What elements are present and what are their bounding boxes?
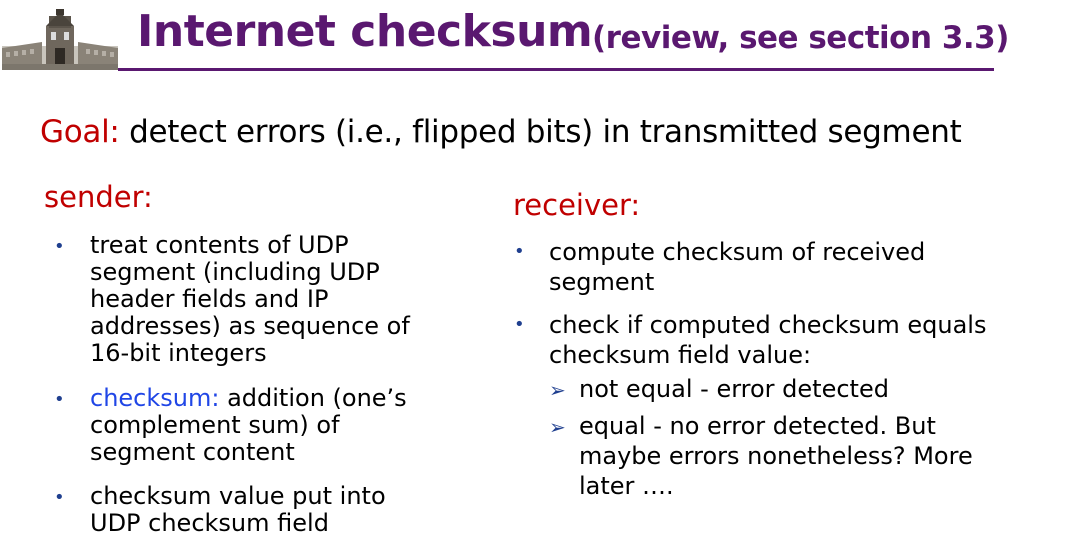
sender-bullet-3: checksum value put into UDP checksum fie… (90, 482, 386, 537)
sender-bullet-1: treat contents of UDP segment (including… (90, 231, 410, 367)
sender-heading: sender: (44, 180, 153, 214)
goal-text: detect errors (i.e., flipped bits) in tr… (119, 114, 962, 150)
bullet-dot-icon: • (54, 487, 65, 508)
goal-statement: Goal: detect errors (i.e., flipped bits)… (40, 114, 962, 150)
sender-bullet-2: checksum: addition (one’s complement sum… (90, 384, 407, 466)
receiver-bullet-2: check if computed checksum equals checks… (549, 311, 987, 369)
bullet-dot-icon: • (514, 314, 525, 335)
bullet-dot-icon: • (514, 241, 525, 262)
goal-label: Goal: (40, 114, 120, 150)
university-building-logo (2, 8, 118, 70)
bullet-dot-icon: • (54, 236, 65, 257)
arrow-bullet-icon: ➢ (549, 378, 566, 402)
title-underline (118, 68, 994, 71)
receiver-bullet-1: compute checksum of received segment (549, 238, 926, 296)
slide-title: Internet checksum (137, 6, 593, 57)
receiver-sub-2: equal - no error detected. But maybe err… (579, 412, 973, 500)
receiver-sub-1: not equal - error detected (579, 375, 889, 403)
bullet-dot-icon: • (54, 389, 65, 410)
arrow-bullet-icon: ➢ (549, 415, 566, 439)
receiver-heading: receiver: (513, 188, 641, 222)
checksum-term: checksum: (90, 384, 220, 412)
slide-subtitle: (review, see section 3.3) (592, 20, 1009, 56)
